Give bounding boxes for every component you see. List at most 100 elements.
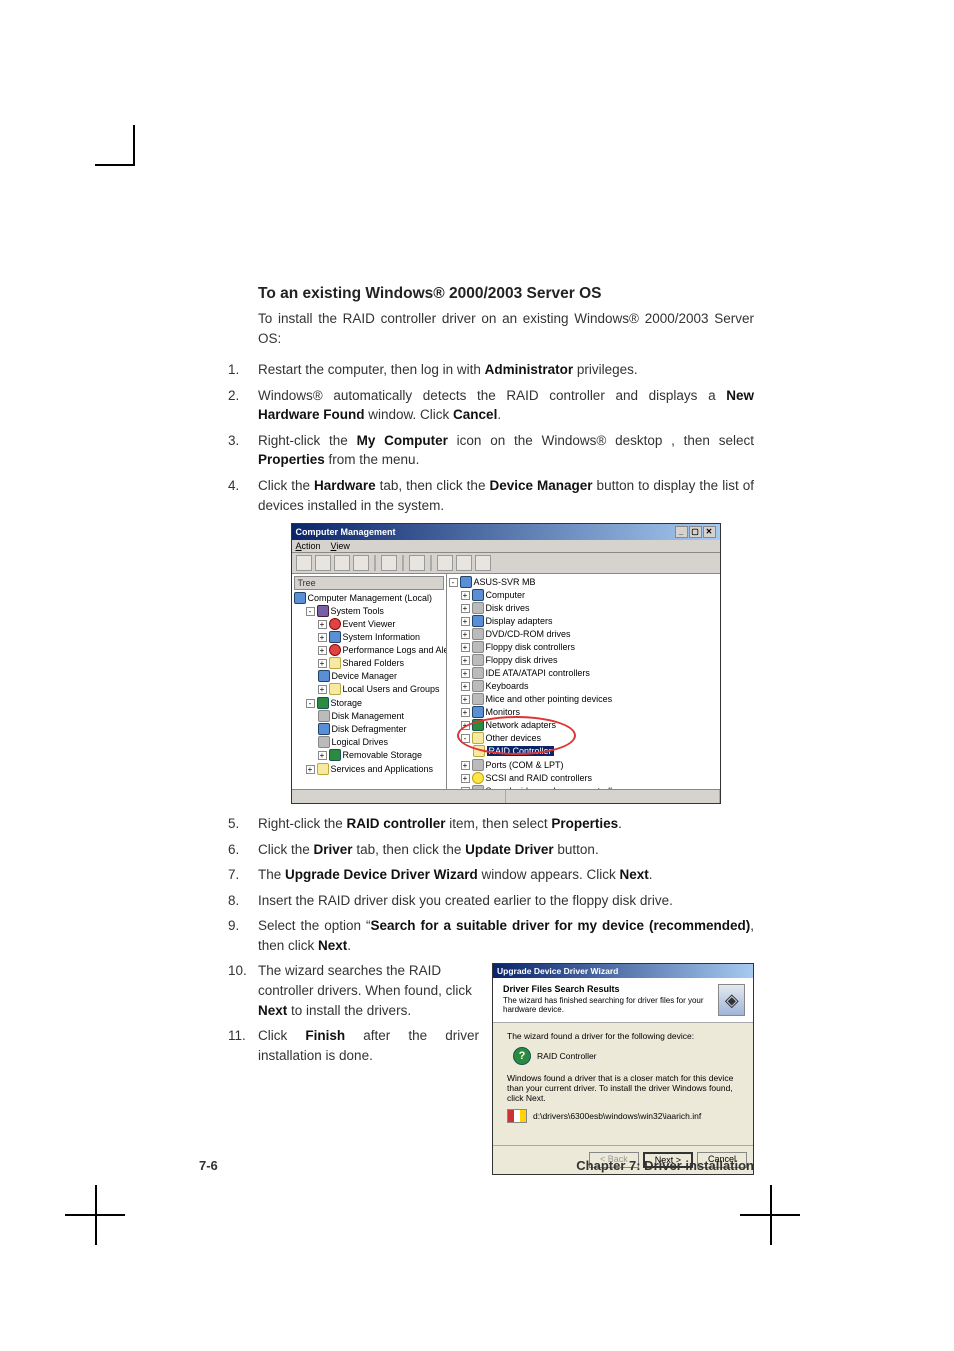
scsi-icon (469, 770, 486, 787)
crop-mark (770, 1185, 772, 1245)
step-5: Right-click the RAID controller item, th… (199, 814, 754, 834)
tree-item[interactable]: +Performance Logs and Alerts (318, 644, 447, 657)
expand-icon[interactable]: + (461, 643, 470, 652)
t: Services and Applications (331, 764, 434, 774)
t: Disk drives (486, 603, 530, 613)
t: tab, then click the (376, 478, 490, 493)
close-icon[interactable]: ✕ (703, 526, 716, 538)
tree-item[interactable]: +Network adapters (461, 719, 625, 732)
t: Shared Folders (343, 658, 405, 668)
b: Hardware (314, 478, 376, 493)
toolbar-up-icon[interactable] (334, 555, 350, 571)
toolbar-back-icon[interactable] (296, 555, 312, 571)
t: d:\drivers\6300esb\windows\win32\iaarich… (533, 1111, 701, 1121)
collapse-icon[interactable]: - (306, 699, 315, 708)
expand-icon[interactable]: + (461, 787, 470, 790)
expand-icon[interactable]: + (461, 669, 470, 678)
expand-icon[interactable]: + (461, 695, 470, 704)
tree-item[interactable]: Computer Management (Local) (294, 592, 444, 605)
t: window appears. Click (478, 867, 620, 882)
b: Cancel (453, 407, 497, 422)
toolbar-extra-icon[interactable] (475, 555, 491, 571)
tree-item[interactable]: Disk Management (318, 710, 423, 723)
expand-icon[interactable]: + (461, 617, 470, 626)
tree-item[interactable]: +Event Viewer (318, 618, 447, 631)
tree-item[interactable]: - Storage (306, 697, 447, 710)
collapse-icon[interactable]: - (306, 607, 315, 616)
steps-list-1: Restart the computer, then log in with A… (199, 360, 754, 515)
t: Computer Management (Local) (308, 593, 433, 603)
toolbar-help-icon[interactable] (409, 555, 425, 571)
expand-icon[interactable]: + (461, 682, 470, 691)
toolbar-prop-icon[interactable] (381, 555, 397, 571)
menu-action[interactable]: Action (296, 541, 321, 551)
expand-icon[interactable]: + (461, 630, 470, 639)
collapse-icon[interactable]: - (449, 578, 458, 587)
toolbar-list-icon[interactable] (353, 555, 369, 571)
tree-item[interactable]: + Ports (COM & LPT) (461, 759, 625, 772)
content-body: To an existing Windows® 2000/2003 Server… (199, 285, 754, 1175)
tree-item[interactable]: Disk Defragmenter (318, 723, 423, 736)
t: System Information (343, 632, 421, 642)
toolbar-scan-icon[interactable] (456, 555, 472, 571)
t: Click the (258, 842, 314, 857)
tree-item[interactable]: + System Information (318, 631, 447, 644)
t: Storage (331, 698, 363, 708)
expand-icon[interactable]: + (318, 633, 327, 642)
tree-item[interactable]: +IDE ATA/ATAPI controllers (461, 667, 625, 680)
tree-item[interactable]: -System Tools (306, 605, 447, 618)
steps-list-3: The wizard searches the RAID controller … (199, 961, 754, 1065)
t: Disk Defragmenter (332, 724, 407, 734)
sysinfo-icon (329, 631, 341, 643)
tree-item[interactable]: + Shared Folders (318, 657, 447, 670)
expand-icon[interactable]: + (318, 646, 327, 655)
tree-item[interactable]: +SCSI and RAID controllers (461, 772, 625, 785)
expand-icon[interactable]: + (461, 761, 470, 770)
tree-item[interactable]: +DVD/CD-ROM drives (461, 628, 625, 641)
tree-item[interactable]: +Keyboards (461, 680, 625, 693)
toolbar-refresh-icon[interactable] (437, 555, 453, 571)
toolbar-sep (430, 555, 432, 571)
expand-icon[interactable]: + (461, 721, 470, 730)
expand-icon[interactable]: + (318, 620, 327, 629)
tree-item[interactable]: +Removable Storage (318, 749, 423, 762)
t: Logical Drives (332, 737, 389, 747)
expand-icon[interactable]: + (306, 765, 315, 774)
cm-title-text: Computer Management (296, 527, 396, 537)
tree-item[interactable]: +Sound, video and game controllers (461, 785, 625, 789)
t: Ports (COM & LPT) (486, 760, 564, 770)
expand-icon[interactable]: + (318, 659, 327, 668)
tree-item[interactable]: +Local Users and Groups (318, 683, 447, 696)
mouse-icon (472, 693, 484, 705)
cm-left-pane: Tree Computer Management (Local) -System… (292, 574, 447, 789)
expand-icon[interactable]: + (461, 774, 470, 783)
tree-item[interactable]: + Services and Applications (306, 763, 447, 776)
b: Administrator (485, 362, 574, 377)
cm-right-tree: -ASUS-SVR MB +Computer + Disk drives +Dis… (449, 576, 718, 789)
tree-item[interactable]: +Computer (461, 589, 625, 602)
tree-item[interactable]: +Display adapters (461, 615, 625, 628)
expand-icon[interactable]: + (461, 656, 470, 665)
b: RAID controller (347, 816, 446, 831)
t: Floppy disk controllers (486, 642, 576, 652)
t: . (497, 407, 501, 422)
b: Next (318, 938, 347, 953)
tree-item[interactable]: Device Manager (318, 670, 447, 683)
tree-item[interactable]: +Floppy disk drives (461, 654, 625, 667)
tree-item[interactable]: -ASUS-SVR MB (449, 576, 718, 589)
expand-icon[interactable]: + (318, 751, 327, 760)
tree-item[interactable]: + Disk drives (461, 602, 625, 615)
minimize-icon[interactable]: _ (675, 526, 688, 538)
maximize-icon[interactable]: ▢ (689, 526, 702, 538)
expand-icon[interactable]: + (461, 591, 470, 600)
toolbar-fwd-icon[interactable] (315, 555, 331, 571)
menu-view[interactable]: View (331, 541, 350, 551)
expand-icon[interactable]: + (318, 685, 327, 694)
expand-icon[interactable]: + (461, 708, 470, 717)
defrag-icon (318, 723, 330, 735)
tree-item[interactable]: +Mice and other pointing devices (461, 693, 625, 706)
tree-item[interactable]: + Floppy disk controllers (461, 641, 625, 654)
expand-icon[interactable]: + (461, 604, 470, 613)
tree-item[interactable]: Logical Drives (318, 736, 423, 749)
t: Right-click the (258, 816, 347, 831)
